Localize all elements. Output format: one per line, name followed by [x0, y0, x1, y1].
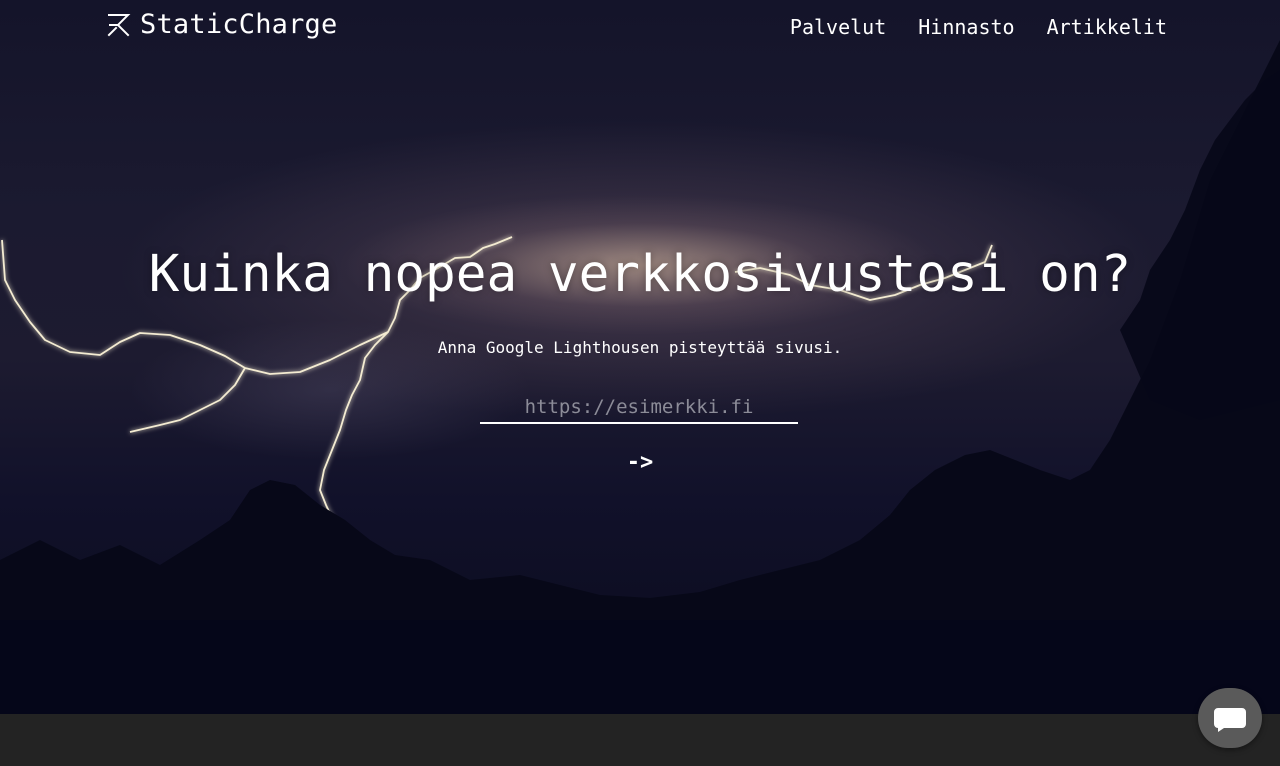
- submit-button[interactable]: ->: [610, 446, 670, 478]
- lightning-background-image: [0, 40, 1280, 714]
- chat-bubble-icon: [1214, 708, 1246, 732]
- chat-button[interactable]: [1198, 688, 1262, 748]
- hero-subtitle: Anna Google Lighthousen pisteyttää sivus…: [437, 338, 843, 357]
- top-navigation-bar: StaticCharge Palvelut Hinnasto Artikkeli…: [0, 0, 1280, 56]
- brand-logo-link[interactable]: StaticCharge: [106, 9, 337, 40]
- hero-section: StaticCharge Palvelut Hinnasto Artikkeli…: [0, 0, 1280, 714]
- url-input[interactable]: [480, 392, 798, 424]
- main-navigation: Palvelut Hinnasto Artikkelit: [790, 15, 1167, 39]
- footer-strip: [0, 714, 1280, 766]
- brand-name: StaticCharge: [140, 9, 338, 40]
- nav-item-hinnasto[interactable]: Hinnasto: [918, 15, 1014, 39]
- nav-item-artikkelit[interactable]: Artikkelit: [1047, 15, 1167, 39]
- nav-item-palvelut[interactable]: Palvelut: [790, 15, 886, 39]
- hero-headline: Kuinka nopea verkkosivustosi on?: [148, 245, 1132, 304]
- staticcharge-logo-icon: [107, 13, 131, 36]
